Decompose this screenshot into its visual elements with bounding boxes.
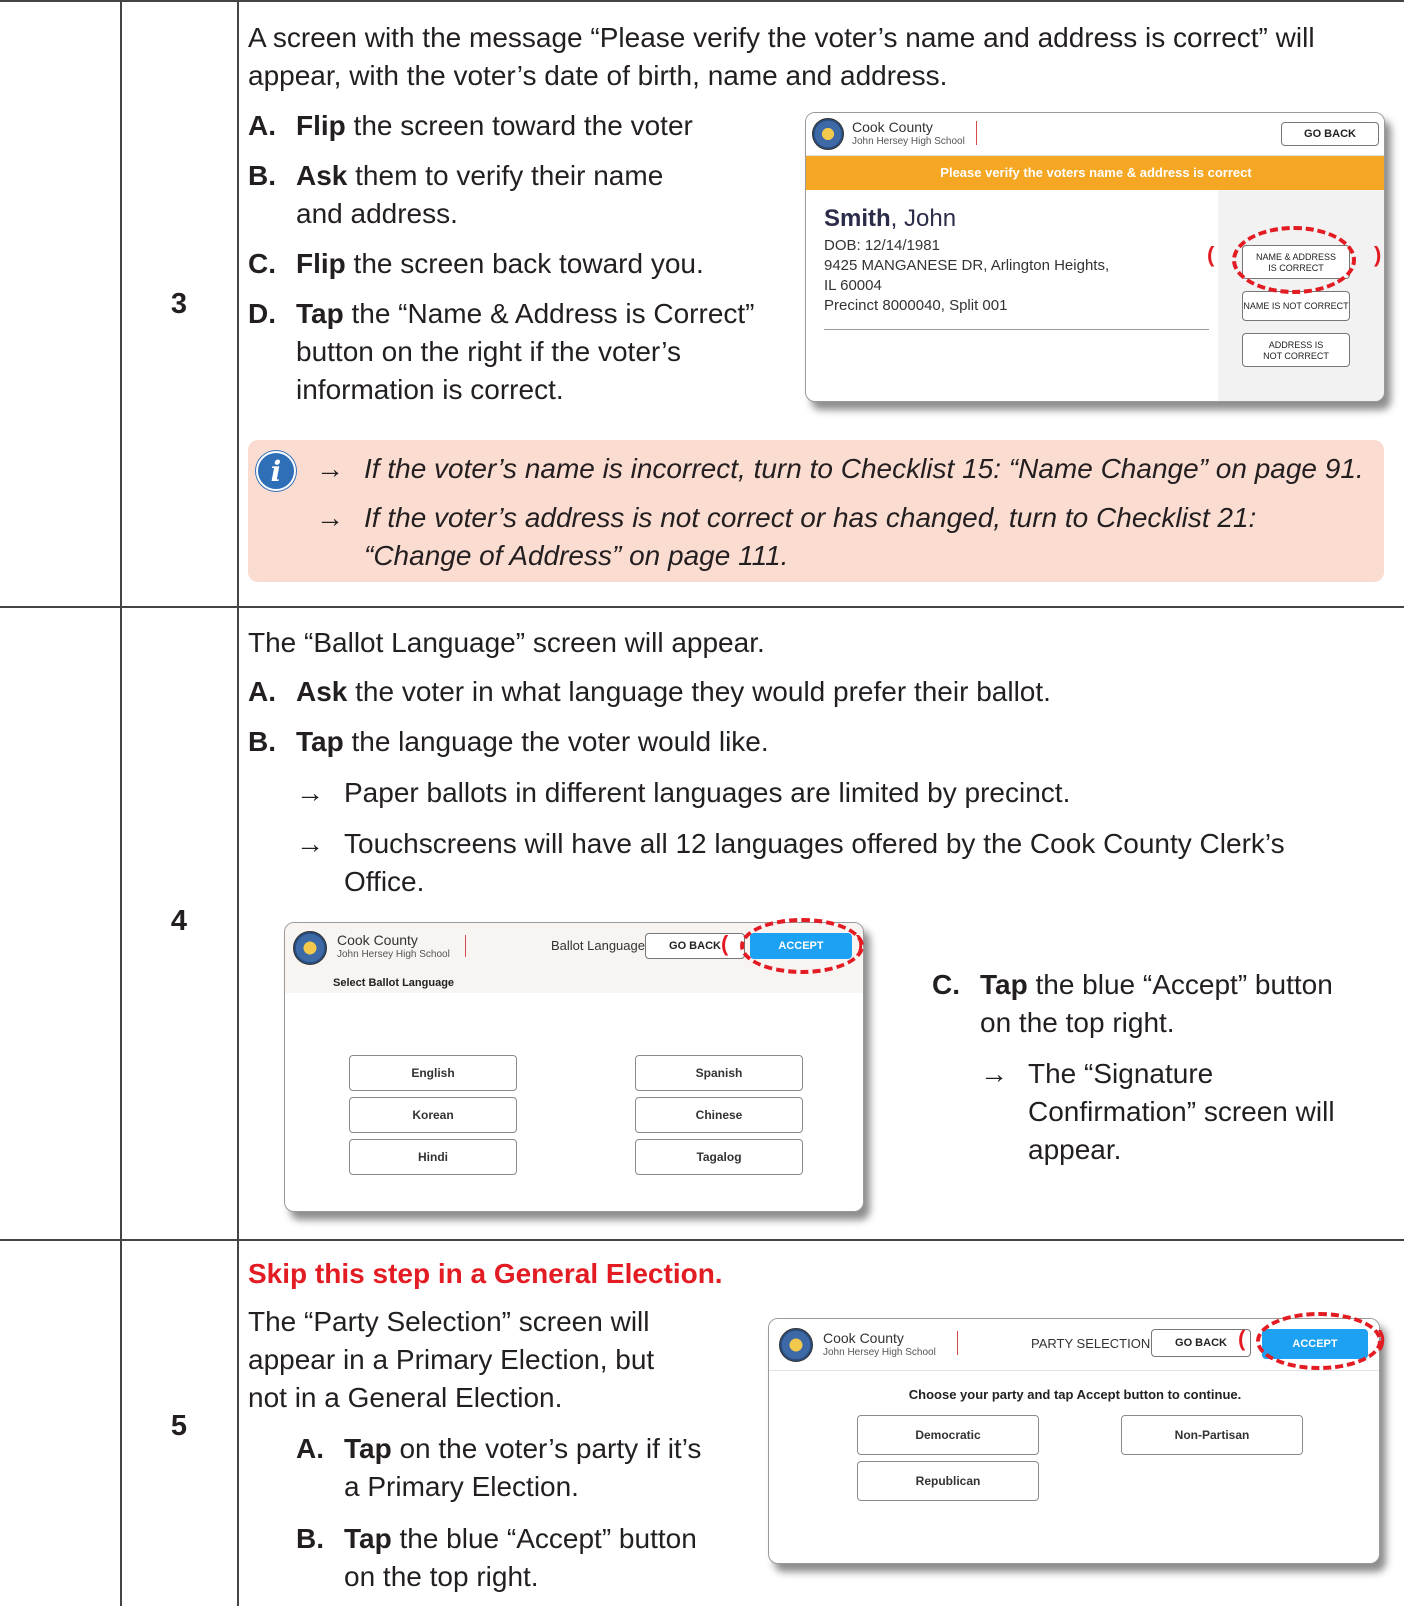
highlight-paren-left: ( — [721, 931, 729, 956]
go-back-button[interactable]: GO BACK — [1151, 1329, 1251, 1357]
screen-title: Ballot Language — [551, 938, 645, 953]
voter-details: DOB: 12/14/1981 9425 MANGANESE DR, Arlin… — [824, 236, 1109, 316]
step4-item-c: C. Tap the blue “Accept” button on the t… — [932, 969, 1333, 1038]
table-top-rule — [0, 0, 1404, 2]
voter-precinct: Precinct 8000040, Split 001 — [824, 297, 1008, 314]
step4-bullet-2: → Touchscreens will have all 12 language… — [296, 828, 1285, 897]
info-icon: i — [256, 451, 296, 491]
details-divider — [824, 329, 1209, 330]
step3-intro-line-2: appear, with the voter’s date of birth, … — [248, 60, 948, 91]
highlight-paren-left: ( — [1238, 1326, 1246, 1351]
language-option-chinese[interactable]: Chinese — [635, 1097, 803, 1133]
highlight-paren-left: ( — [1207, 242, 1215, 267]
step3-item-b: B. Ask them to verify their name and add… — [248, 160, 664, 229]
header-divider — [957, 1331, 958, 1355]
step5-intro-line-2: appear in a Primary Election, but — [248, 1344, 655, 1375]
party-option-democratic[interactable]: Democratic — [857, 1415, 1039, 1455]
school-name: John Hersey High School — [337, 949, 450, 960]
highlight-paren-right: ) — [856, 931, 864, 956]
step4-item-a: A. Ask the voter in what language they w… — [248, 676, 1051, 707]
county-seal-icon — [779, 1328, 813, 1362]
name-not-correct-button[interactable]: NAME IS NOT CORRECT — [1242, 291, 1350, 321]
header-divider — [976, 121, 977, 145]
screen-title: PARTY SELECTION — [1031, 1336, 1151, 1351]
highlight-oval-accept — [1256, 1312, 1382, 1370]
party-option-republican[interactable]: Republican — [857, 1461, 1039, 1501]
header-divider — [465, 935, 466, 957]
go-back-button[interactable]: GO BACK — [645, 933, 745, 959]
language-option-english[interactable]: English — [349, 1055, 517, 1091]
info-line-2: → If the voter’s address is not correct … — [316, 502, 1257, 571]
language-option-korean[interactable]: Korean — [349, 1097, 517, 1133]
step4-bullet-1: → Paper ballots in different languages a… — [296, 777, 1071, 808]
county-seal-icon — [293, 931, 327, 965]
row-divider-4-5 — [0, 1239, 1404, 1241]
column-rule-left — [120, 0, 122, 1606]
county-name: Cook County — [852, 119, 933, 135]
step5-item-b: B. Tap the blue “Accept” button on the t… — [296, 1523, 697, 1592]
step5-intro-line-3: not in a General Election. — [248, 1382, 563, 1413]
county-name: Cook County — [337, 932, 418, 948]
address-not-correct-button[interactable]: ADDRESS IS NOT CORRECT — [1242, 333, 1350, 367]
step-number-5: 5 — [170, 1410, 188, 1442]
party-option-non-partisan[interactable]: Non-Partisan — [1121, 1415, 1303, 1455]
step-number-3: 3 — [170, 288, 188, 320]
step3-item-c: C. Flip the screen back toward you. — [248, 248, 704, 279]
school-name: John Hersey High School — [852, 136, 965, 147]
county-name: Cook County — [823, 1330, 904, 1346]
select-ballot-language-label: Select Ballot Language — [333, 977, 455, 989]
voter-address-1: 9425 MANGANESE DR, Arlington Heights, — [824, 257, 1110, 274]
screen-header: Cook County John Hersey High School GO B… — [806, 113, 1384, 156]
step3-item-a: A. Flip the screen toward the voter — [248, 110, 693, 141]
language-option-hindi[interactable]: Hindi — [349, 1139, 517, 1175]
voter-address-2: IL 60004 — [824, 277, 882, 294]
go-back-button[interactable]: GO BACK — [1281, 122, 1379, 146]
step5-item-a: A. Tap on the voter’s party if it’s a Pr… — [296, 1433, 702, 1502]
school-name: John Hersey High School — [823, 1347, 936, 1358]
skip-general-election-note: Skip this step in a General Election. — [248, 1258, 723, 1289]
column-rule-right — [237, 0, 239, 1606]
county-seal-icon — [812, 118, 844, 150]
step4-intro: The “Ballot Language” screen will appear… — [248, 627, 765, 658]
step4-item-c-note: → The “Signature Confirmation” screen wi… — [980, 1058, 1335, 1165]
verify-banner: Please verify the voters name & address … — [806, 156, 1384, 190]
voter-dob: DOB: 12/14/1981 — [824, 237, 940, 254]
row-divider-3-4 — [0, 606, 1404, 608]
highlight-oval-accept — [740, 918, 864, 974]
highlight-oval-name-address — [1232, 226, 1356, 294]
voter-name: Smith, John — [824, 205, 957, 232]
highlight-paren-right: ) — [1378, 1326, 1386, 1351]
step3-intro-line-1: A screen with the message “Please verify… — [248, 22, 1315, 53]
language-option-tagalog[interactable]: Tagalog — [635, 1139, 803, 1175]
info-line-1: → If the voter’s name is incorrect, turn… — [316, 453, 1364, 484]
highlight-paren-right: ) — [1374, 242, 1382, 267]
step4-item-b: B. Tap the language the voter would like… — [248, 726, 769, 757]
step5-intro-line-1: The “Party Selection” screen will — [248, 1306, 650, 1337]
step3-item-d: D. Tap the “Name & Address is Correct” b… — [248, 298, 755, 405]
language-option-spanish[interactable]: Spanish — [635, 1055, 803, 1091]
step-number-4: 4 — [170, 905, 188, 937]
party-prompt: Choose your party and tap Accept button … — [908, 1387, 1242, 1402]
